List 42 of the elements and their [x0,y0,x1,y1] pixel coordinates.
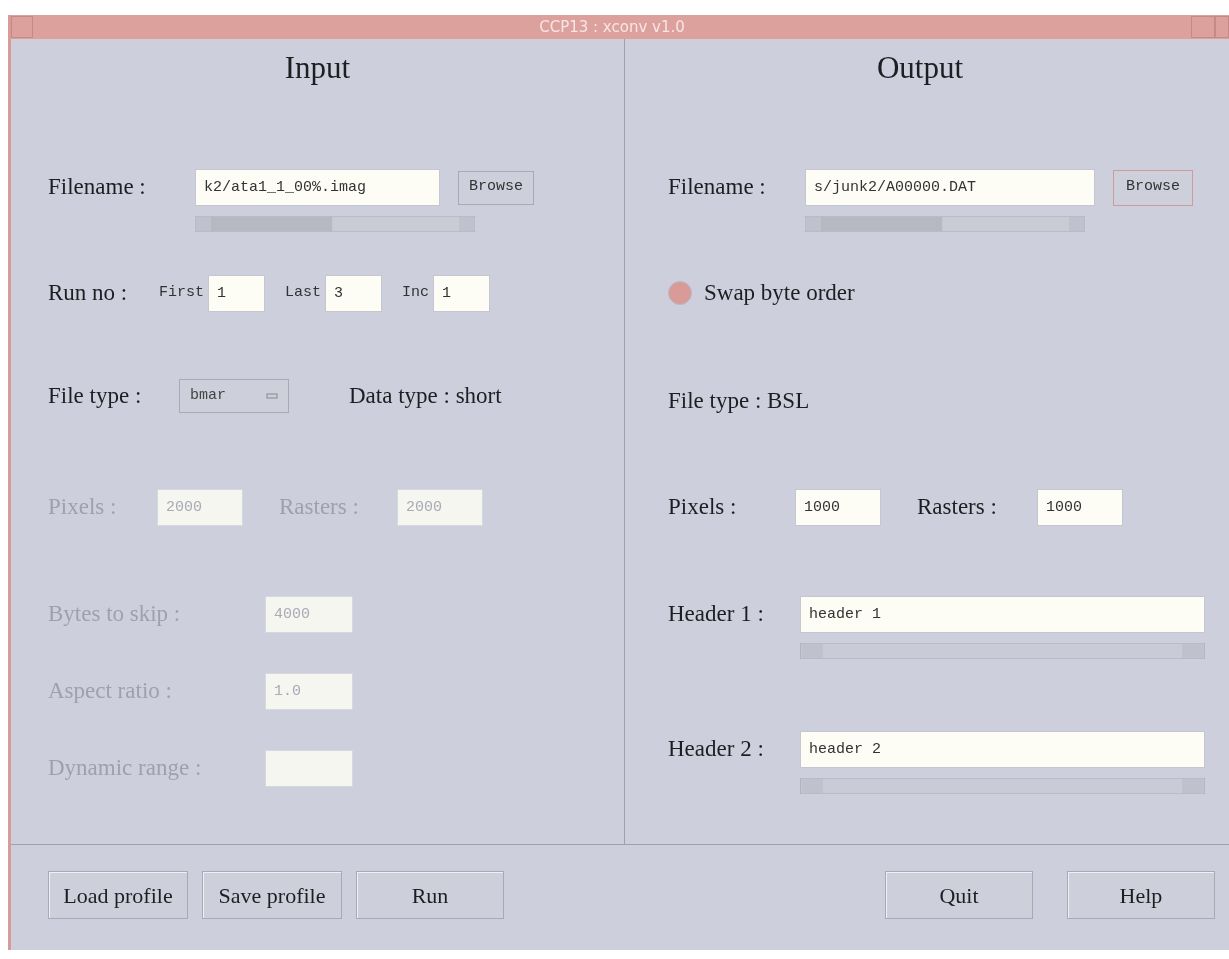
input-field[interactable]: s/junk2/A00000.DAT [805,169,1095,206]
input-field[interactable]: k2/ata1_1_00%.imag [195,169,440,206]
window-title: CCP13 : xconv v1.0 [538,16,686,38]
file-type-text: File type : BSL [668,387,811,414]
field-label: Pixels : [668,493,738,522]
scrollbar[interactable] [800,643,1205,659]
maximize-button[interactable] [1215,16,1229,38]
scrollbar[interactable] [800,778,1205,794]
panel-heading: Output [875,49,965,87]
field-label: Rasters : [917,493,998,522]
browse-button[interactable]: Browse [458,170,534,205]
push-button[interactable]: Save profile [202,871,342,919]
field-label: Inc [402,282,430,303]
scrollbar[interactable] [805,216,1085,232]
push-button[interactable]: Help [1067,871,1215,919]
field-label: First [159,282,204,303]
minimize-button[interactable] [1191,16,1215,38]
panel-heading: Input [283,49,352,87]
scrollbar[interactable] [195,216,475,232]
push-button[interactable]: Load profile [48,871,188,919]
field-label: Header 1 : [668,600,765,629]
push-button[interactable]: Run [356,871,504,919]
input-field[interactable]: 1 [433,274,491,312]
field-label: File type : [48,381,143,410]
window-menu-button[interactable] [11,16,33,38]
file-type-dropdown[interactable]: bmar [179,379,289,413]
field-label: Header 2 : [668,735,765,764]
field-label: Run no : [48,278,129,307]
input-field[interactable]: header 1 [800,596,1205,633]
input-field[interactable]: 3 [325,274,383,312]
input-field[interactable]: header 2 [800,731,1205,768]
input-field[interactable]: 1000 [1037,489,1123,526]
push-button[interactable]: Quit [885,871,1033,919]
field-label: Last [285,282,322,303]
radio-button[interactable] [668,281,692,305]
data-type-text: Data type : short [349,381,502,410]
input-field[interactable]: 1000 [795,489,881,526]
field-label: Filename : [668,173,767,202]
field-label: Filename : [48,173,147,202]
radio-label: Swap byte order [704,278,855,307]
browse-button[interactable]: Browse [1113,169,1193,206]
input-field[interactable]: 1 [208,274,265,312]
